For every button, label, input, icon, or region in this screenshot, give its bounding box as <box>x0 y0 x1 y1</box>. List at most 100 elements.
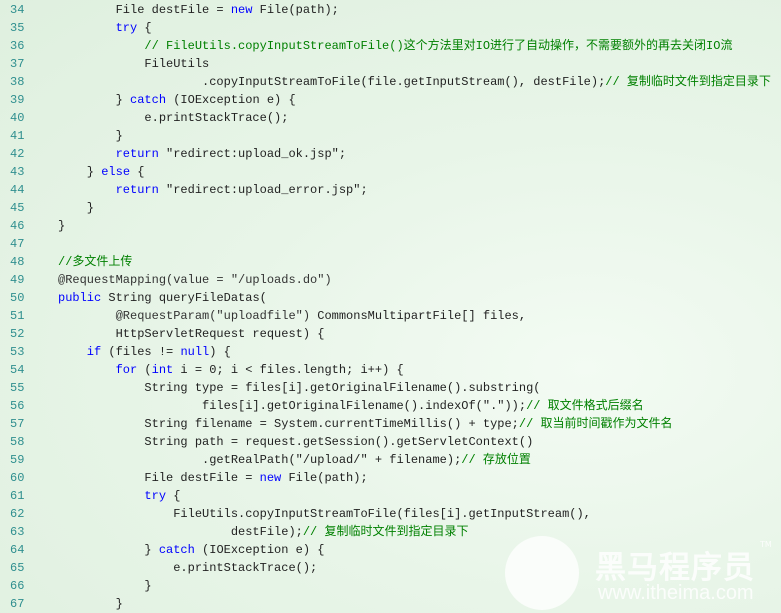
line-source: return "redirect:upload_ok.jsp"; <box>58 145 346 163</box>
code-text: } <box>58 201 95 215</box>
line-number: 54 <box>10 363 25 377</box>
code-text: File destFile = <box>58 3 231 17</box>
line-number: 48 <box>10 255 25 269</box>
code-text: { <box>166 489 181 503</box>
line-number: 63 <box>10 525 25 539</box>
code-text: ) { <box>209 345 231 359</box>
line-number: 64 <box>10 543 25 557</box>
line-number: 44 <box>10 183 25 197</box>
line-source: for (int i = 0; i < files.length; i++) { <box>58 361 404 379</box>
code-text: } <box>58 579 152 593</box>
code-keyword: if <box>58 345 102 359</box>
line-number: 47 <box>10 237 25 251</box>
line-source: destFile);// 复制临时文件到指定目录下 <box>58 523 469 541</box>
line-source: File destFile = new File(path); <box>58 469 368 487</box>
code-text: } <box>58 219 66 233</box>
horse-logo-icon <box>505 536 579 610</box>
line-number: 42 <box>10 147 25 161</box>
code-text: String filename = System.currentTimeMill… <box>58 417 519 431</box>
code-text: destFile); <box>58 525 303 539</box>
code-keyword: new <box>259 471 282 485</box>
code-text: File(path); <box>281 471 368 485</box>
line-number: 65 <box>10 561 25 575</box>
line-number: 57 <box>10 417 25 431</box>
line-source: } <box>58 199 94 217</box>
line-source: @RequestMapping(value = "/uploads.do") <box>58 271 332 289</box>
line-source: @RequestParam("uploadfile") CommonsMulti… <box>58 307 526 325</box>
line-number: 62 <box>10 507 25 521</box>
line-source: e.printStackTrace(); <box>58 109 288 127</box>
line-number: 36 <box>10 39 25 53</box>
line-source: try { <box>58 487 180 505</box>
code-comment: // FileUtils.copyInputStreamToFile()这个方法… <box>58 39 733 53</box>
line-number: 49 <box>10 273 25 287</box>
code-keyword: try <box>58 489 167 503</box>
code-text: } <box>58 543 159 557</box>
code-text: File destFile = <box>58 471 260 485</box>
line-number: 40 <box>10 111 25 125</box>
code-comment: // 取文件格式后缀名 <box>526 399 644 413</box>
line-source: } else { <box>58 163 145 181</box>
code-keyword: catch <box>158 543 195 557</box>
code-text: CommonsMultipartFile[] files, <box>310 309 527 323</box>
line-source: try { <box>58 19 152 37</box>
code-text: { <box>130 165 145 179</box>
watermark-url: www.itheima.com <box>598 582 754 604</box>
code-text: String type = files[i].getOriginalFilena… <box>58 381 541 395</box>
line-source: .getRealPath("/upload/" + filename);// 存… <box>58 451 531 469</box>
code-keyword: try <box>58 21 138 35</box>
watermark-logo: 黑马程序员 TM www.itheima.com <box>500 528 781 613</box>
line-number: 53 <box>10 345 25 359</box>
code-keyword: new <box>230 3 253 17</box>
line-number: 58 <box>10 435 25 449</box>
code-text: (IOException e) { <box>166 93 296 107</box>
line-source: } catch (IOException e) { <box>58 541 324 559</box>
code-text: files[i].getOriginalFilename().indexOf("… <box>58 399 527 413</box>
code-string: "redirect:upload_error.jsp" <box>158 183 361 197</box>
code-text: } <box>58 93 131 107</box>
code-text: e.printStackTrace(); <box>58 561 318 575</box>
code-text: String queryFileDatas( <box>101 291 267 305</box>
code-comment: // 复制临时文件到指定目录下 <box>302 525 469 539</box>
code-comment: // 存放位置 <box>461 453 531 467</box>
line-source: } <box>58 595 123 613</box>
line-source: .copyInputStreamToFile(file.getInputStre… <box>58 73 771 91</box>
code-text: } <box>58 165 102 179</box>
code-text: String path = request.getSession().getSe… <box>58 435 534 449</box>
code-text: (files != <box>101 345 181 359</box>
code-annotation: @RequestParam("uploadfile") <box>58 309 311 323</box>
code-text: } <box>58 129 123 143</box>
line-source: if (files != null) { <box>58 343 231 361</box>
code-keyword: return <box>58 147 159 161</box>
code-text: { <box>137 21 152 35</box>
line-source: FileUtils.copyInputStreamToFile(files[i]… <box>58 505 591 523</box>
line-source: files[i].getOriginalFilename().indexOf("… <box>58 397 644 415</box>
line-number: 55 <box>10 381 25 395</box>
line-source: File destFile = new File(path); <box>58 1 339 19</box>
line-number: 34 <box>10 3 25 17</box>
code-text: HttpServletRequest request) { <box>58 327 325 341</box>
code-keyword: for <box>58 363 138 377</box>
line-source: e.printStackTrace(); <box>58 559 317 577</box>
line-source: } <box>58 127 123 145</box>
line-source: String path = request.getSession().getSe… <box>58 433 533 451</box>
line-number: 66 <box>10 579 25 593</box>
line-number: 61 <box>10 489 25 503</box>
code-comment: //多文件上传 <box>58 255 133 269</box>
watermark-trademark: TM <box>760 540 772 549</box>
line-source: FileUtils <box>58 55 209 73</box>
line-number: 59 <box>10 453 25 467</box>
code-keyword: else <box>101 165 131 179</box>
code-keyword: int <box>151 363 174 377</box>
line-number: 41 <box>10 129 25 143</box>
code-keyword: return <box>58 183 159 197</box>
line-source: String filename = System.currentTimeMill… <box>58 415 672 433</box>
code-text: FileUtils.copyInputStreamToFile(files[i]… <box>58 507 591 521</box>
code-keyword: catch <box>130 93 167 107</box>
line-source: //多文件上传 <box>58 253 132 271</box>
line-source: } <box>58 217 65 235</box>
line-number: 38 <box>10 75 25 89</box>
code-annotation: @RequestMapping(value = "/uploads.do") <box>58 273 332 287</box>
line-number: 46 <box>10 219 25 233</box>
code-text: (IOException e) { <box>194 543 325 557</box>
